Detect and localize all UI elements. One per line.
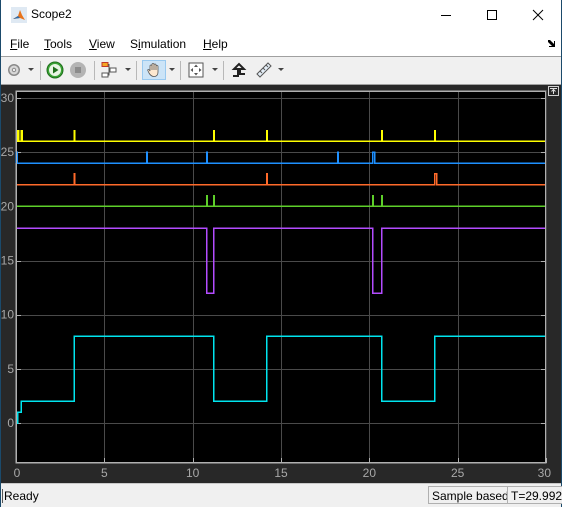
sample-mode-indicator: Sample based: [428, 486, 513, 504]
highlight-block-button[interactable]: [99, 60, 119, 80]
simulation-time: T=29.992: [507, 486, 562, 504]
x-tick-label: 20: [363, 466, 377, 480]
matlab-logo-icon: [11, 7, 27, 23]
zoom-fit-dropdown-icon[interactable]: [212, 68, 218, 71]
y-tick-label: 10: [1, 308, 14, 322]
stop-button[interactable]: [68, 60, 88, 80]
close-icon: [532, 9, 544, 21]
x-tick-label: 0: [14, 466, 21, 480]
ruler-icon: [256, 62, 272, 78]
toolbar-separator: [94, 61, 95, 80]
y-tick-label: 0: [7, 416, 14, 430]
pan-dropdown-icon[interactable]: [169, 68, 175, 71]
maximize-button[interactable]: [469, 0, 515, 30]
stop-icon: [70, 62, 86, 78]
run-button[interactable]: [45, 60, 65, 80]
toolbar-separator: [180, 61, 181, 80]
scope-window: Scope2 File Tools View Simulation Help 0…: [1, 0, 562, 507]
close-button[interactable]: [515, 0, 561, 30]
menu-view-mnemonic: V: [89, 37, 97, 51]
trigger-icon: [231, 62, 247, 77]
measurements-button[interactable]: [253, 60, 275, 80]
window-title: Scope2: [31, 7, 72, 21]
status-text: Ready: [2, 489, 39, 503]
maximize-icon: [487, 10, 497, 20]
highlight-dropdown-icon[interactable]: [125, 68, 131, 71]
y-tick-label: 5: [7, 362, 14, 376]
zoom-fit-button[interactable]: [186, 60, 206, 80]
menu-view[interactable]: View: [89, 37, 115, 51]
menu-simulation[interactable]: Simulation: [130, 37, 186, 51]
minimize-icon: [441, 15, 451, 16]
x-tick-label: 10: [186, 466, 200, 480]
menu-simulation-pre: S: [130, 37, 139, 51]
menu-help-rest: elp: [211, 37, 228, 51]
y-tick-label: 25: [1, 145, 14, 159]
y-tick-label: 15: [1, 254, 14, 268]
x-tick-label: 30: [538, 466, 552, 480]
menu-help[interactable]: Help: [203, 37, 228, 51]
pan-button[interactable]: [142, 60, 166, 80]
undock-axes-button[interactable]: [548, 86, 559, 96]
menu-file-rest: ile: [17, 37, 30, 51]
menu-view-rest: iew: [96, 37, 115, 51]
toolbar-separator: [136, 61, 137, 80]
toolbar-separator: [223, 61, 224, 80]
x-tick-label: 15: [274, 466, 288, 480]
menu-simulation-rest: mulation: [140, 37, 187, 51]
status-bar: Ready Sample based T=29.992: [1, 483, 562, 507]
play-icon: [46, 61, 64, 79]
toolbar-separator: [40, 61, 41, 80]
menu-tools[interactable]: Tools: [44, 37, 72, 51]
title-bar: Scope2: [1, 0, 561, 30]
toolbar: [1, 56, 561, 85]
settings-button[interactable]: [4, 60, 24, 80]
gear-icon: [8, 64, 20, 76]
block-diagram-icon: [101, 62, 117, 78]
dock-arrow-icon[interactable]: [546, 38, 556, 48]
x-tick-label: 5: [101, 466, 108, 480]
fit-axes-icon: [188, 62, 204, 78]
hand-icon: [147, 63, 159, 77]
measurements-dropdown-icon[interactable]: [278, 68, 284, 71]
menu-file[interactable]: File: [10, 37, 29, 51]
y-tick-label: 20: [1, 199, 14, 213]
settings-dropdown-icon[interactable]: [28, 68, 34, 71]
x-tick-label: 25: [451, 466, 465, 480]
minimize-button[interactable]: [423, 0, 469, 30]
triggers-button[interactable]: [229, 60, 249, 80]
menu-tools-rest: ools: [50, 37, 73, 51]
menu-bar: File Tools View Simulation Help: [1, 33, 561, 55]
y-tick-label: 30: [1, 91, 14, 105]
menu-help-mnemonic: H: [203, 37, 212, 51]
scope-chart[interactable]: 0 5 10 15 20 25 30 0 5 10 15 20 25 30: [1, 85, 561, 483]
